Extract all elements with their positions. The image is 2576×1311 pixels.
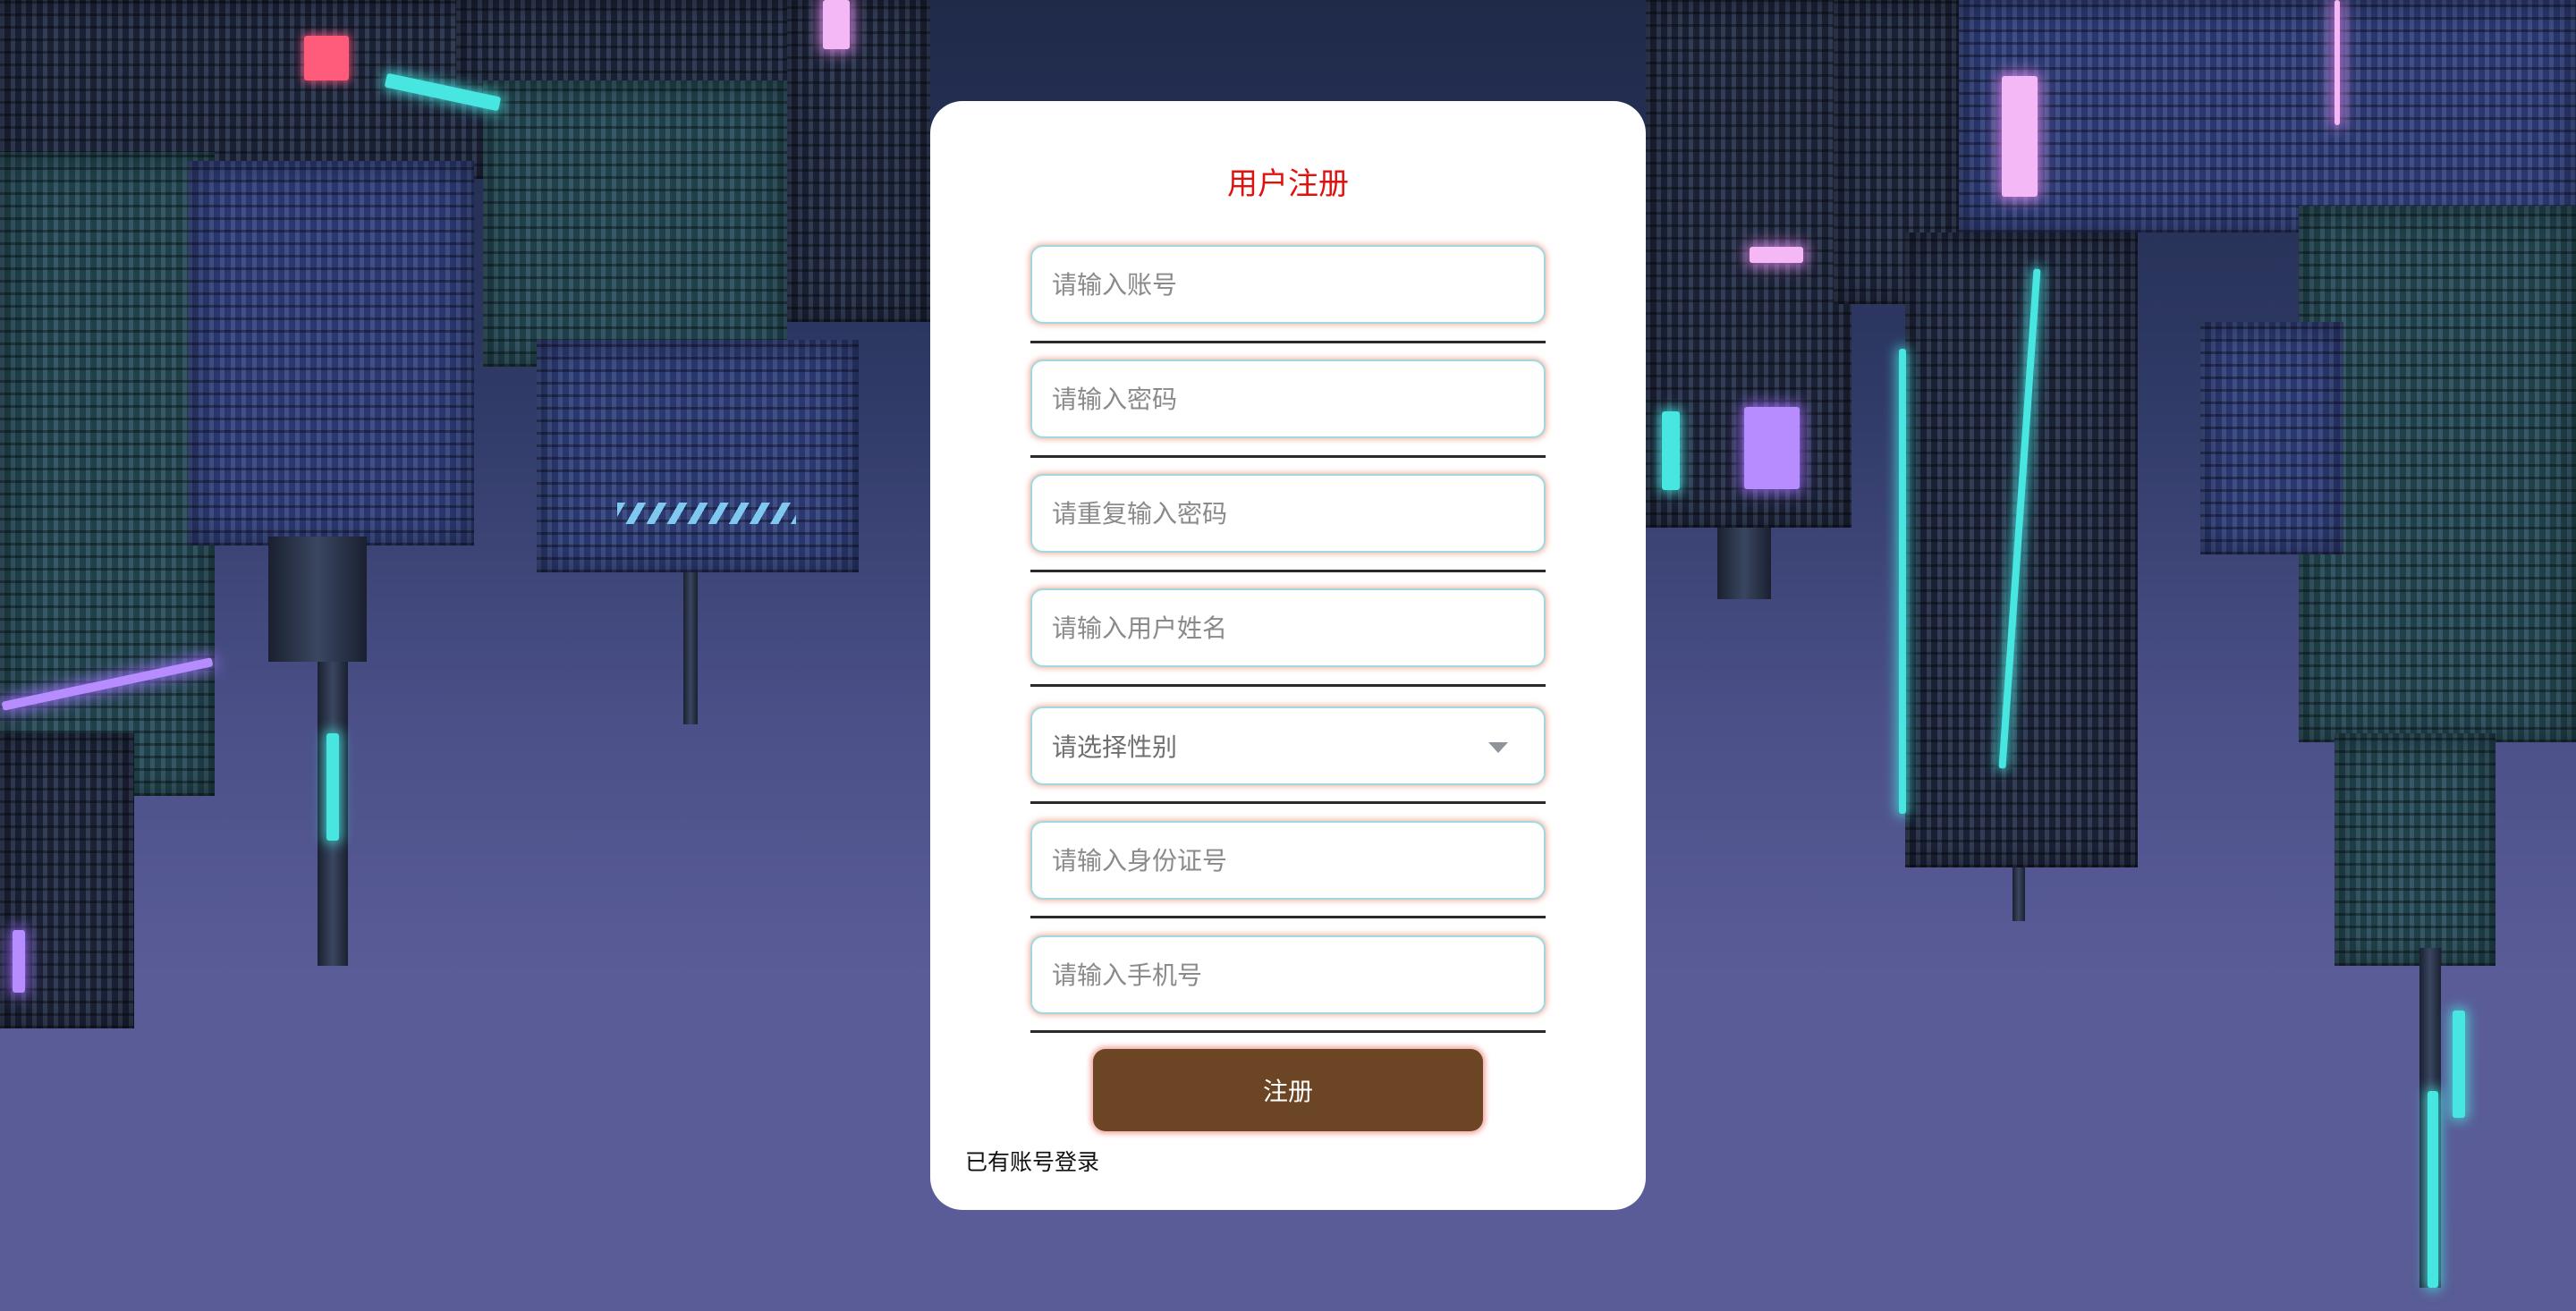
password-repeat-input[interactable] <box>1032 476 1544 551</box>
id-number-divider <box>1030 916 1546 918</box>
password-field[interactable] <box>1030 359 1546 438</box>
gender-select[interactable]: 请选择性别 <box>1030 706 1546 785</box>
register-button[interactable]: 注册 <box>1093 1049 1483 1131</box>
password-divider <box>1030 455 1546 458</box>
page-title: 用户注册 <box>1227 166 1349 202</box>
id-number-field[interactable] <box>1030 821 1546 900</box>
phone-input[interactable] <box>1032 937 1544 1012</box>
password-input[interactable] <box>1032 361 1544 436</box>
password-repeat-field[interactable] <box>1030 474 1546 553</box>
phone-divider <box>1030 1030 1546 1033</box>
account-field[interactable] <box>1030 245 1546 324</box>
chevron-down-icon[interactable] <box>1488 742 1508 753</box>
login-link[interactable]: 已有账号登录 <box>965 1145 1099 1180</box>
user-name-field[interactable] <box>1030 588 1546 667</box>
gender-select-placeholder: 请选择性别 <box>1052 732 1178 762</box>
id-number-input[interactable] <box>1032 823 1544 898</box>
user-name-input[interactable] <box>1032 590 1544 665</box>
account-input[interactable] <box>1032 247 1544 322</box>
user-name-divider <box>1030 684 1546 687</box>
password-repeat-divider <box>1030 570 1546 572</box>
account-divider <box>1030 341 1546 343</box>
phone-field[interactable] <box>1030 935 1546 1014</box>
gender-divider <box>1030 801 1546 804</box>
